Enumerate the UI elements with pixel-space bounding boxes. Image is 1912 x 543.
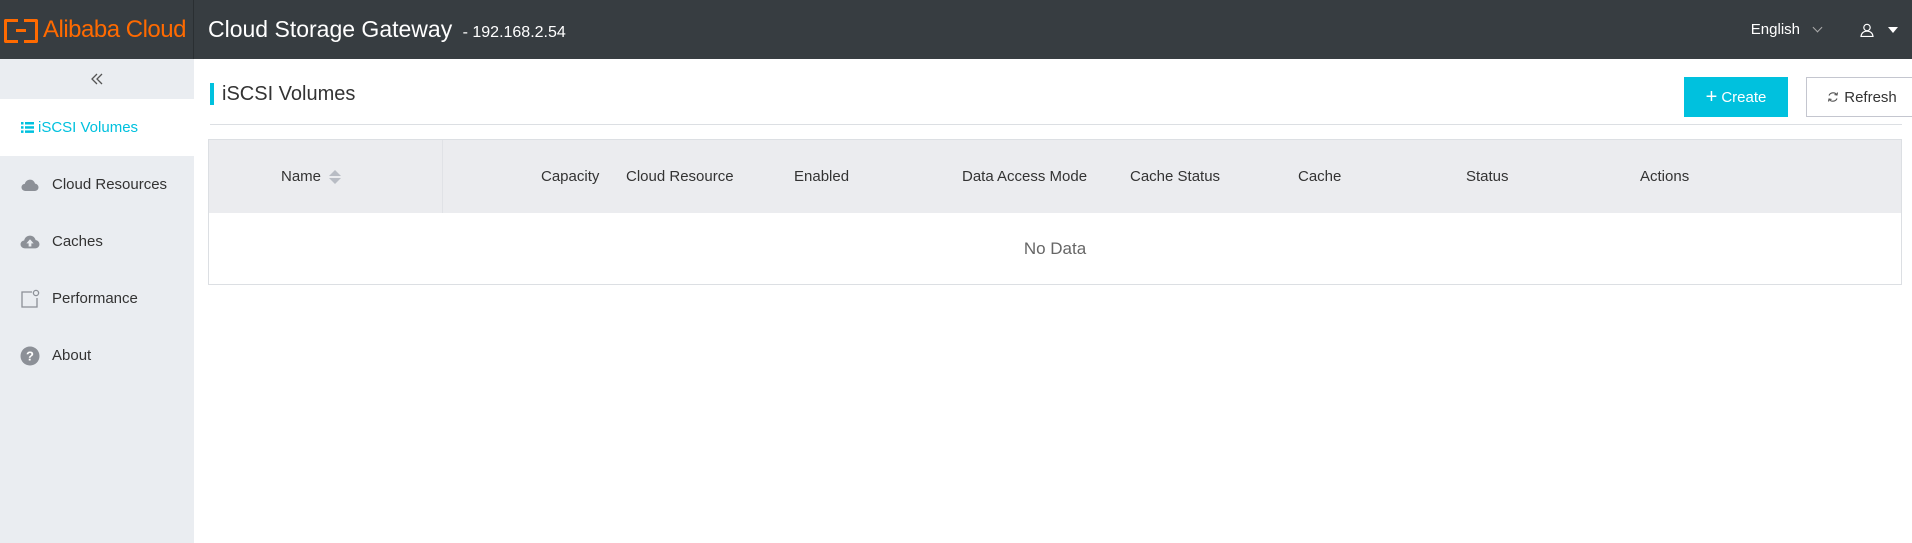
- column-header-capacity: Capacity: [541, 168, 600, 185]
- collapse-sidebar-button[interactable]: [0, 59, 194, 99]
- list-icon: [20, 118, 34, 138]
- performance-icon: [20, 289, 40, 309]
- app-title: Cloud Storage Gateway - 192.168.2.54: [208, 16, 566, 43]
- sort-icon[interactable]: [329, 169, 342, 184]
- page-header: iSCSI Volumes + Create Refresh: [210, 59, 1912, 125]
- plus-icon: +: [1705, 86, 1718, 108]
- cloud-icon: [20, 175, 40, 195]
- cloud-upload-icon: [20, 232, 40, 252]
- sidebar-item-iscsi-volumes[interactable]: iSCSI Volumes: [0, 99, 194, 156]
- language-selector[interactable]: English: [1750, 0, 1823, 59]
- sidebar-item-caches[interactable]: Caches: [0, 213, 194, 270]
- volumes-table: Name Capacity Cloud Resource Enabled Dat…: [208, 139, 1902, 285]
- column-header-cloud-resource: Cloud Resource: [626, 168, 734, 185]
- sidebar-item-cloud-resources[interactable]: Cloud Resources: [0, 156, 194, 213]
- app-title-text: Cloud Storage Gateway: [208, 16, 453, 42]
- column-divider: [442, 140, 443, 213]
- sidebar-item-label: Performance: [52, 290, 138, 307]
- caret-down-icon: [1888, 26, 1898, 33]
- column-header-data-access-mode: Data Access Mode: [962, 168, 1088, 185]
- sidebar-item-label: Caches: [52, 233, 103, 250]
- user-menu[interactable]: [1860, 0, 1898, 59]
- double-chevron-left-icon: [91, 73, 103, 85]
- user-icon: [1860, 23, 1874, 37]
- refresh-icon: [1827, 91, 1839, 103]
- brand-name: Alibaba Cloud: [43, 15, 186, 43]
- sidebar-item-label: iSCSI Volumes: [38, 119, 139, 136]
- svg-text:?: ?: [26, 348, 34, 363]
- create-button[interactable]: + Create: [1684, 77, 1788, 117]
- gateway-ip: - 192.168.2.54: [462, 24, 566, 41]
- empty-state: No Data: [1023, 239, 1087, 258]
- main-content: iSCSI Volumes + Create Refresh Name Capa…: [194, 59, 1912, 543]
- help-circle-icon: ?: [20, 346, 40, 366]
- sidebar-item-label: Cloud Resources: [52, 176, 168, 193]
- column-header-cache-status: Cache Status: [1130, 168, 1221, 185]
- table-header: Name Capacity Cloud Resource Enabled Dat…: [209, 140, 1901, 213]
- top-bar: Alibaba Cloud Cloud Storage Gateway - 19…: [0, 0, 1912, 59]
- column-header-actions: Actions: [1640, 168, 1690, 185]
- chevron-down-icon: [1812, 22, 1823, 33]
- refresh-button-label: Refresh: [1844, 88, 1897, 106]
- language-label: English: [1750, 21, 1800, 38]
- alibaba-logo-icon: [4, 18, 38, 43]
- sidebar: iSCSI Volumes Cloud Resources Caches Per…: [0, 59, 194, 543]
- sidebar-item-label: About: [52, 347, 92, 364]
- sidebar-item-about[interactable]: ? About: [0, 327, 194, 384]
- sidebar-item-performance[interactable]: Performance: [0, 270, 194, 327]
- alibaba-cloud-logo[interactable]: Alibaba Cloud: [0, 0, 194, 59]
- create-button-label: Create: [1721, 88, 1767, 106]
- refresh-button[interactable]: Refresh: [1806, 77, 1912, 117]
- column-header-status: Status: [1466, 168, 1509, 185]
- column-header-enabled: Enabled: [794, 168, 850, 185]
- page-title: iSCSI Volumes: [210, 83, 355, 105]
- column-header-cache: Cache: [1298, 168, 1342, 185]
- column-header-name[interactable]: Name: [281, 140, 342, 213]
